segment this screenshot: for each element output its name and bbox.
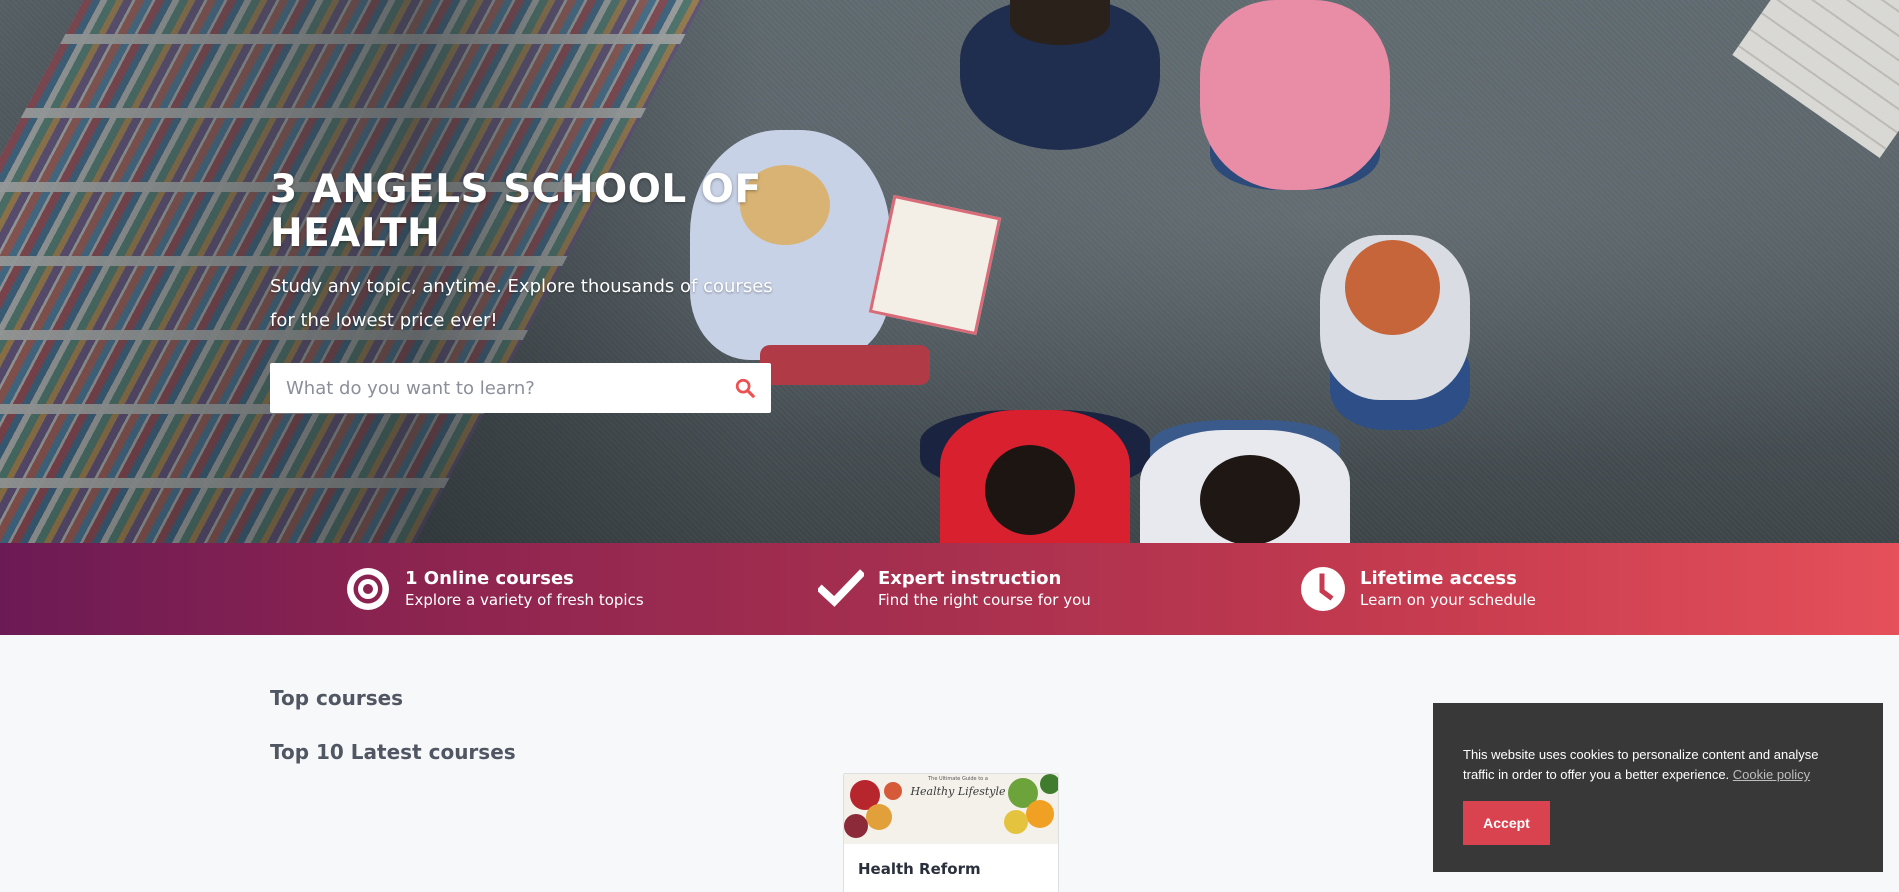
feature-online-courses: 1 Online courses Explore a variety of fr…	[345, 543, 644, 635]
search-button[interactable]	[719, 363, 771, 413]
feature-title: Expert instruction	[878, 568, 1062, 589]
feature-lifetime-access: Lifetime access Learn on your schedule	[1300, 543, 1536, 635]
feature-title: Lifetime access	[1360, 568, 1517, 589]
clock-icon	[1301, 567, 1345, 611]
cookie-banner: This website uses cookies to personalize…	[1433, 703, 1883, 872]
feature-description: Learn on your schedule	[1360, 591, 1536, 609]
hero-subtitle: Study any topic, anytime. Explore thousa…	[270, 276, 773, 331]
target-icon	[347, 568, 389, 610]
feature-bar: 1 Online courses Explore a variety of fr…	[0, 543, 1899, 635]
search-input[interactable]	[270, 363, 719, 413]
course-card[interactable]: The Ultimate Guide to a Healthy Lifestyl…	[843, 773, 1059, 892]
cookie-message: This website uses cookies to personalize…	[1463, 745, 1853, 785]
search-icon	[735, 378, 755, 398]
cookie-policy-link[interactable]: Cookie policy	[1733, 767, 1810, 782]
accept-cookies-button[interactable]: Accept	[1463, 801, 1550, 845]
thumbnail-caption-small: The Ultimate Guide to a	[928, 776, 988, 782]
top-courses-heading: Top courses	[270, 686, 404, 710]
latest-courses-heading: Top 10 Latest courses	[270, 740, 516, 764]
checkmark-icon	[818, 569, 864, 607]
course-title[interactable]: Health Reform	[844, 844, 1058, 892]
feature-title: 1 Online courses	[405, 568, 574, 589]
feature-expert-instruction: Expert instruction Find the right course…	[818, 543, 1091, 635]
hero-title: 3 ANGELS SCHOOL OF HEALTH	[270, 167, 762, 256]
feature-description: Explore a variety of fresh topics	[405, 591, 644, 609]
feature-description: Find the right course for you	[878, 591, 1091, 609]
hero-content: 3 ANGELS SCHOOL OF HEALTH Study any topi…	[270, 168, 790, 338]
search-bar	[270, 363, 771, 413]
hero-banner: 3 ANGELS SCHOOL OF HEALTH Study any topi…	[0, 0, 1899, 543]
thumbnail-caption: Healthy Lifestyle	[910, 785, 1006, 798]
course-thumbnail: The Ultimate Guide to a Healthy Lifestyl…	[844, 774, 1058, 844]
